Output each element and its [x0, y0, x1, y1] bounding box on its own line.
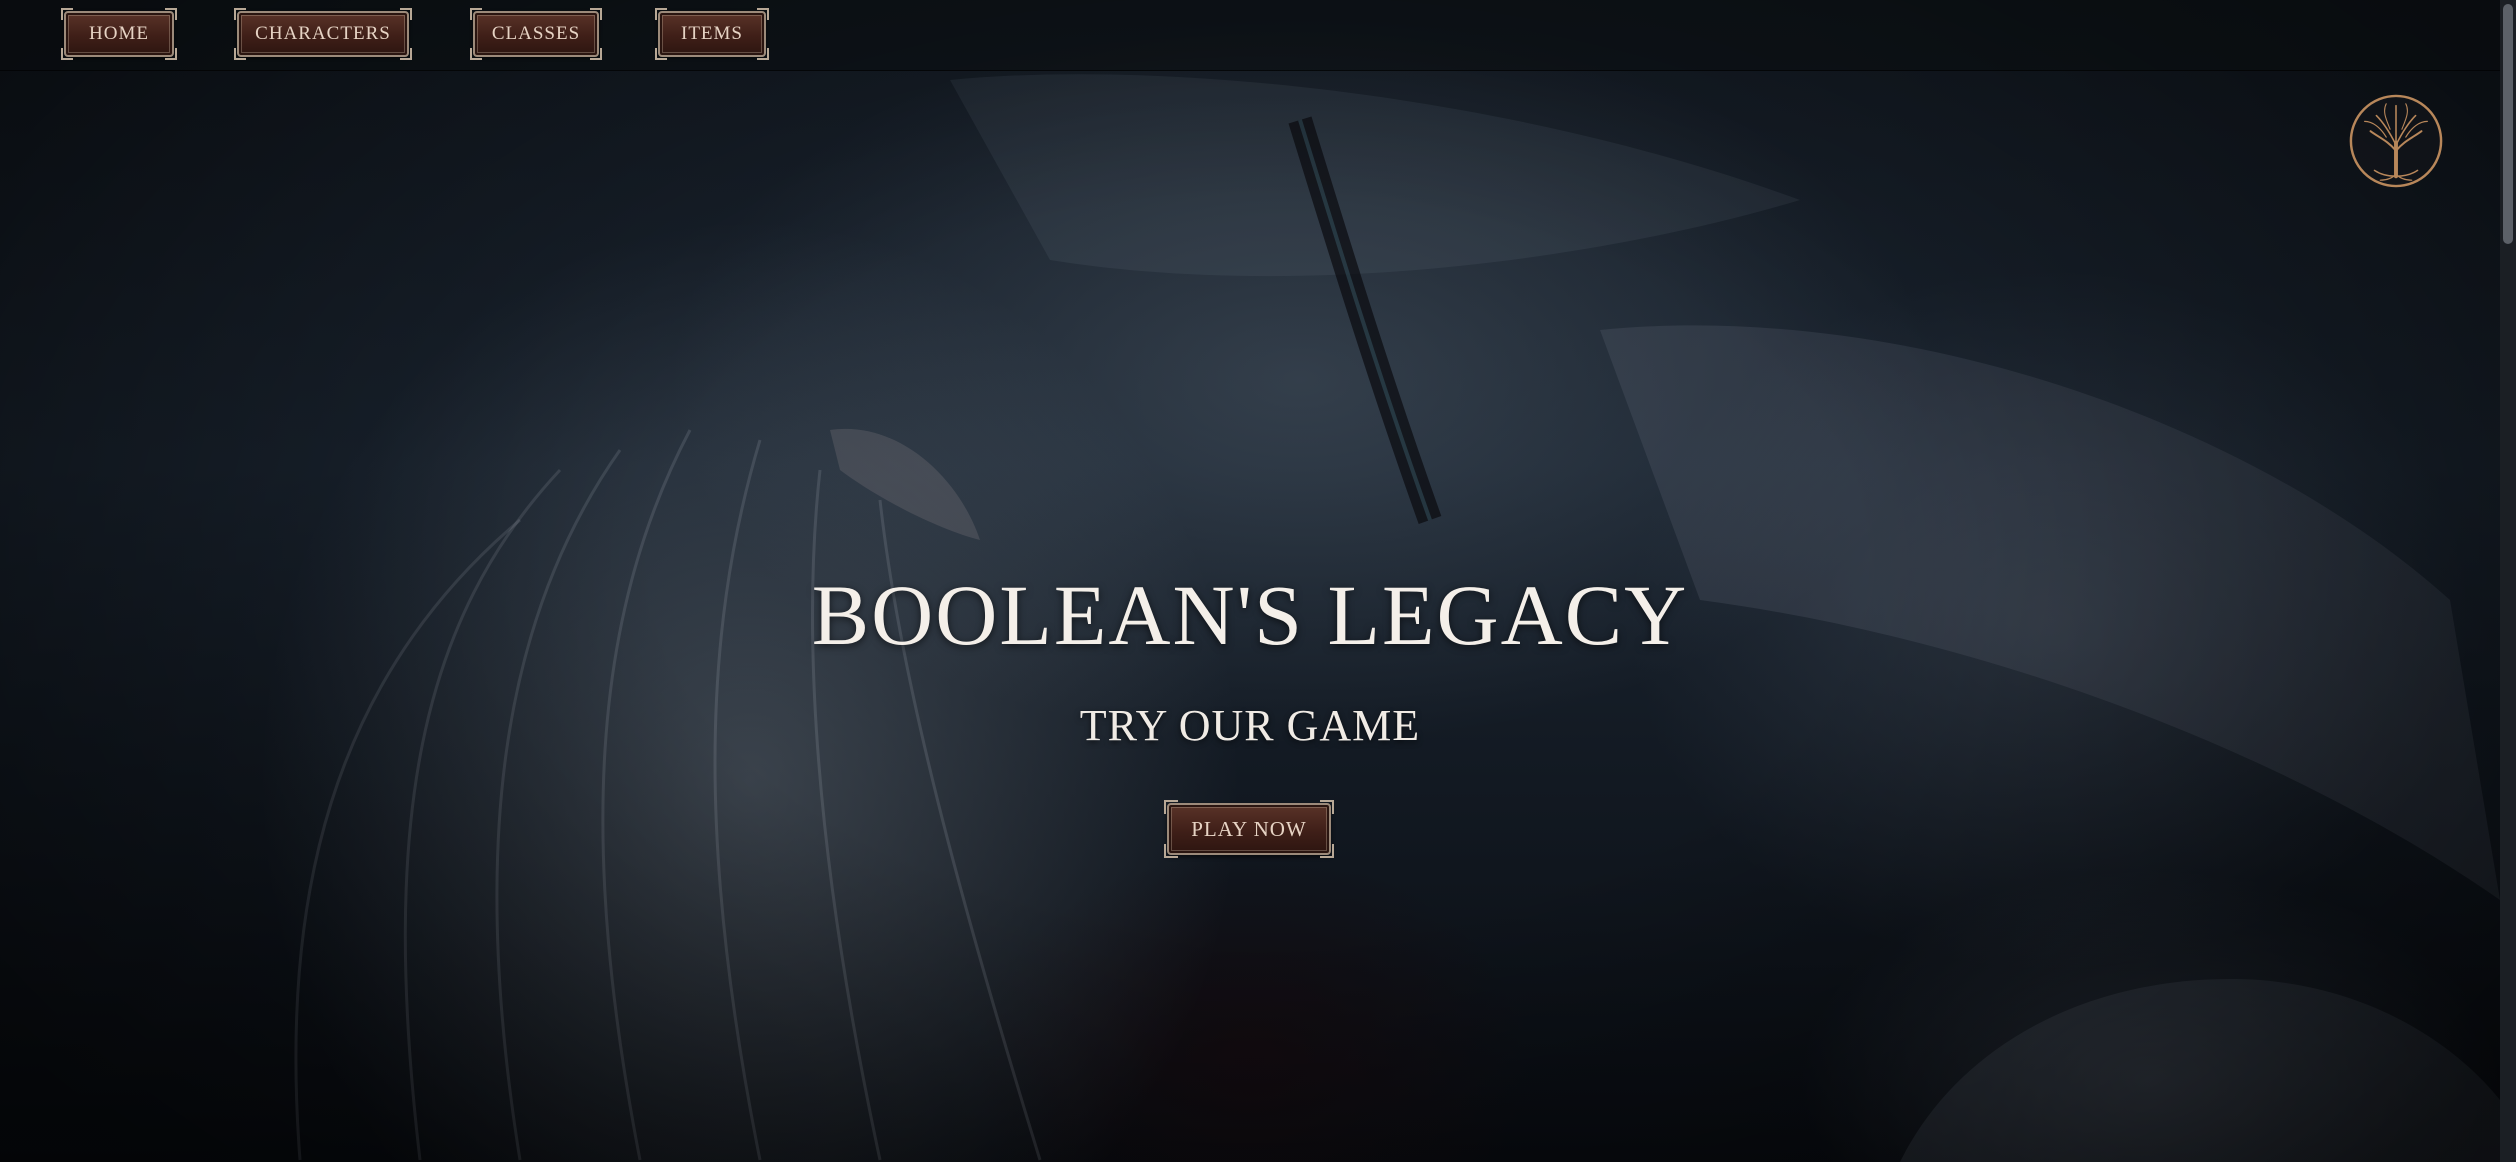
- nav-home-label: HOME: [89, 23, 149, 44]
- hero-subtitle: TRY OUR GAME: [1079, 701, 1421, 750]
- nav-characters-label: CHARACTERS: [255, 23, 391, 44]
- corner-ornament: [757, 48, 769, 60]
- nav-home-button[interactable]: HOME: [61, 8, 177, 60]
- corner-ornament: [470, 48, 482, 60]
- corner-ornament: [1164, 800, 1178, 814]
- scrollbar-thumb[interactable]: [2503, 4, 2513, 244]
- corner-ornament: [165, 8, 177, 20]
- corner-ornament: [655, 8, 667, 20]
- corner-ornament: [61, 48, 73, 60]
- nav-classes-button[interactable]: CLASSES: [470, 8, 602, 60]
- corner-ornament: [1320, 844, 1334, 858]
- nav-characters-button[interactable]: CHARACTERS: [234, 8, 412, 60]
- page-scrollbar[interactable]: [2500, 0, 2516, 1162]
- corner-ornament: [757, 8, 769, 20]
- corner-ornament: [590, 48, 602, 60]
- page: HOME CHARACTERS CLASSES ITEMS BOOLEAN'S …: [0, 0, 2516, 1162]
- nav-items-button[interactable]: ITEMS: [655, 8, 769, 60]
- top-nav-bar: HOME CHARACTERS CLASSES ITEMS: [0, 0, 2500, 71]
- corner-ornament: [590, 8, 602, 20]
- nav-items-label: ITEMS: [681, 23, 743, 44]
- corner-ornament: [165, 48, 177, 60]
- corner-ornament: [61, 8, 73, 20]
- play-now-label: PLAY NOW: [1191, 816, 1307, 841]
- corner-ornament: [470, 8, 482, 20]
- corner-ornament: [234, 8, 246, 20]
- hero-title: BOOLEAN'S LEGACY: [811, 567, 1689, 663]
- corner-ornament: [1320, 800, 1334, 814]
- tree-of-life-icon[interactable]: [2347, 92, 2445, 190]
- corner-ornament: [234, 48, 246, 60]
- corner-ornament: [655, 48, 667, 60]
- corner-ornament: [1164, 844, 1178, 858]
- corner-ornament: [400, 8, 412, 20]
- play-now-button[interactable]: PLAY NOW: [1164, 800, 1334, 858]
- nav-classes-label: CLASSES: [491, 23, 581, 44]
- corner-ornament: [400, 48, 412, 60]
